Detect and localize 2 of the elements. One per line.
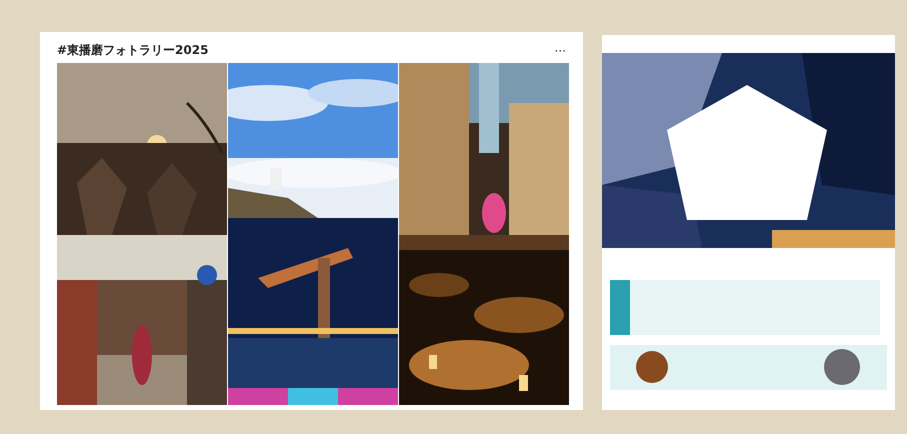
post-title: #東播磨フォトラリー2025 xyxy=(57,42,208,59)
more-button[interactable]: ··· xyxy=(550,44,570,58)
